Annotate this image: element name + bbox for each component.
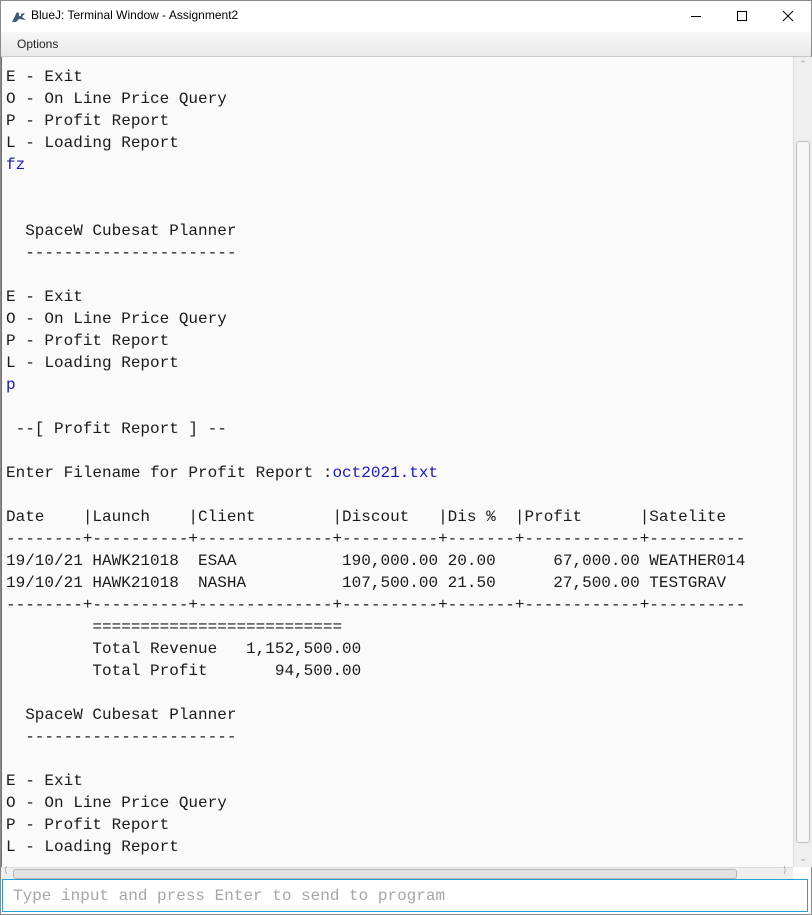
menu-bar: Options <box>1 32 811 57</box>
terminal-line: L - Loading Report <box>6 132 745 154</box>
scroll-left-icon[interactable]: ⟨ <box>4 866 8 876</box>
maximize-button[interactable] <box>719 1 765 32</box>
terminal-line: Total Profit 94,500.00 <box>6 660 745 682</box>
terminal-line-text: L - Loading Report <box>6 354 179 372</box>
terminal-line-text: ---------------------- <box>6 728 237 746</box>
terminal-line-text: Total Profit 94,500.00 <box>6 662 362 680</box>
terminal-line-text: E - Exit <box>6 68 83 86</box>
terminal-line: --[ Profit Report ] -- <box>6 418 745 440</box>
terminal-line: ---------------------- <box>6 242 745 264</box>
maximize-icon <box>736 7 748 26</box>
terminal-line-text: E - Exit <box>6 772 83 790</box>
bluej-app-icon <box>11 9 27 23</box>
terminal-user-input-line: p <box>6 374 745 396</box>
terminal-line-text: fz <box>6 156 26 174</box>
terminal-line: O - On Line Price Query <box>6 88 745 110</box>
window-title: BlueJ: Terminal Window - Assignment2 <box>31 8 239 22</box>
terminal-line: L - Loading Report <box>6 352 745 374</box>
terminal-output[interactable]: E - Exit O - On Line Price Query P - Profi… <box>1 57 794 867</box>
terminal-line: ---------------------- <box>6 726 745 748</box>
terminal-line: Enter Filename for Profit Report :oct202… <box>6 462 745 484</box>
terminal-line-text: P - Profit Report <box>6 816 170 834</box>
close-button[interactable] <box>765 1 811 32</box>
terminal-line-text: SpaceW Cubesat Planner <box>6 706 237 724</box>
program-input-field[interactable] <box>2 879 808 912</box>
terminal-line-text: L - Loading Report <box>6 838 179 856</box>
horizontal-scroll-thumb[interactable] <box>13 869 737 879</box>
terminal-line: SpaceW Cubesat Planner <box>6 704 745 726</box>
terminal-line-text: Enter Filename for Profit Report : <box>6 464 333 482</box>
terminal-line: ========================== <box>6 616 745 638</box>
terminal-line: L - Loading Report <box>6 836 745 858</box>
terminal-line: 19/10/21 HAWK21018 ESAA 190,000.00 20.00… <box>6 550 745 572</box>
terminal-line: O - On Line Price Query <box>6 792 745 814</box>
terminal-line: E - Exit <box>6 286 745 308</box>
vertical-scrollbar[interactable]: ⌃ ⌄ <box>793 57 812 867</box>
terminal-line: Total Revenue 1,152,500.00 <box>6 638 745 660</box>
terminal-window: BlueJ: Terminal Window - Assignment2 Opt… <box>0 0 812 915</box>
minimize-icon <box>690 7 702 26</box>
terminal-line: E - Exit <box>6 66 745 88</box>
close-icon <box>782 7 794 26</box>
terminal-line-text: ---------------------- <box>6 244 237 262</box>
terminal-lines: E - Exit O - On Line Price Query P - Profi… <box>6 66 745 858</box>
terminal-line-text: L - Loading Report <box>6 134 179 152</box>
terminal-line: --------+----------+--------------+-----… <box>6 528 745 550</box>
terminal-line-text: p <box>6 376 16 394</box>
terminal-user-input-line: fz <box>6 154 745 176</box>
scroll-up-icon[interactable]: ⌃ <box>794 57 812 73</box>
terminal-line: --------+----------+--------------+-----… <box>6 594 745 616</box>
title-bar[interactable]: BlueJ: Terminal Window - Assignment2 <box>1 1 811 32</box>
terminal-line-text: O - On Line Price Query <box>6 794 227 812</box>
terminal-line: SpaceW Cubesat Planner <box>6 220 745 242</box>
menu-options[interactable]: Options <box>17 37 58 51</box>
terminal-line-text: P - Profit Report <box>6 112 170 130</box>
terminal-line-text: --[ Profit Report ] -- <box>6 420 227 438</box>
terminal-line-text: Total Revenue 1,152,500.00 <box>6 640 362 658</box>
terminal-line-text: E - Exit <box>6 288 83 306</box>
terminal-line-text: 19/10/21 HAWK21018 NASHA 107,500.00 21.5… <box>6 574 727 592</box>
scroll-down-icon[interactable]: ⌄ <box>794 851 812 867</box>
vertical-scroll-thumb[interactable] <box>796 141 810 843</box>
terminal-line: P - Profit Report <box>6 814 745 836</box>
terminal-line-text: O - On Line Price Query <box>6 90 227 108</box>
terminal-line-text: 19/10/21 HAWK21018 ESAA 190,000.00 20.00… <box>6 552 746 570</box>
terminal-line-text: SpaceW Cubesat Planner <box>6 222 237 240</box>
terminal-line: E - Exit <box>6 770 745 792</box>
terminal-line: Date |Launch |Client |Discout |Dis % |Pr… <box>6 506 745 528</box>
terminal-line-text: P - Profit Report <box>6 332 170 350</box>
terminal-line-text: ========================== <box>6 618 343 636</box>
terminal-line-text: Date |Launch |Client |Discout |Dis % |Pr… <box>6 508 727 526</box>
terminal-line: O - On Line Price Query <box>6 308 745 330</box>
terminal-line-text: O - On Line Price Query <box>6 310 227 328</box>
terminal-line: 19/10/21 HAWK21018 NASHA 107,500.00 21.5… <box>6 572 745 594</box>
scroll-right-icon[interactable]: ⟩ <box>783 866 787 876</box>
terminal-line: P - Profit Report <box>6 110 745 132</box>
terminal-line-text: --------+----------+--------------+-----… <box>6 596 746 614</box>
terminal-line-text: --------+----------+--------------+-----… <box>6 530 746 548</box>
terminal-line: P - Profit Report <box>6 330 745 352</box>
terminal-user-input: oct2021.txt <box>332 464 439 482</box>
minimize-button[interactable] <box>673 1 719 32</box>
